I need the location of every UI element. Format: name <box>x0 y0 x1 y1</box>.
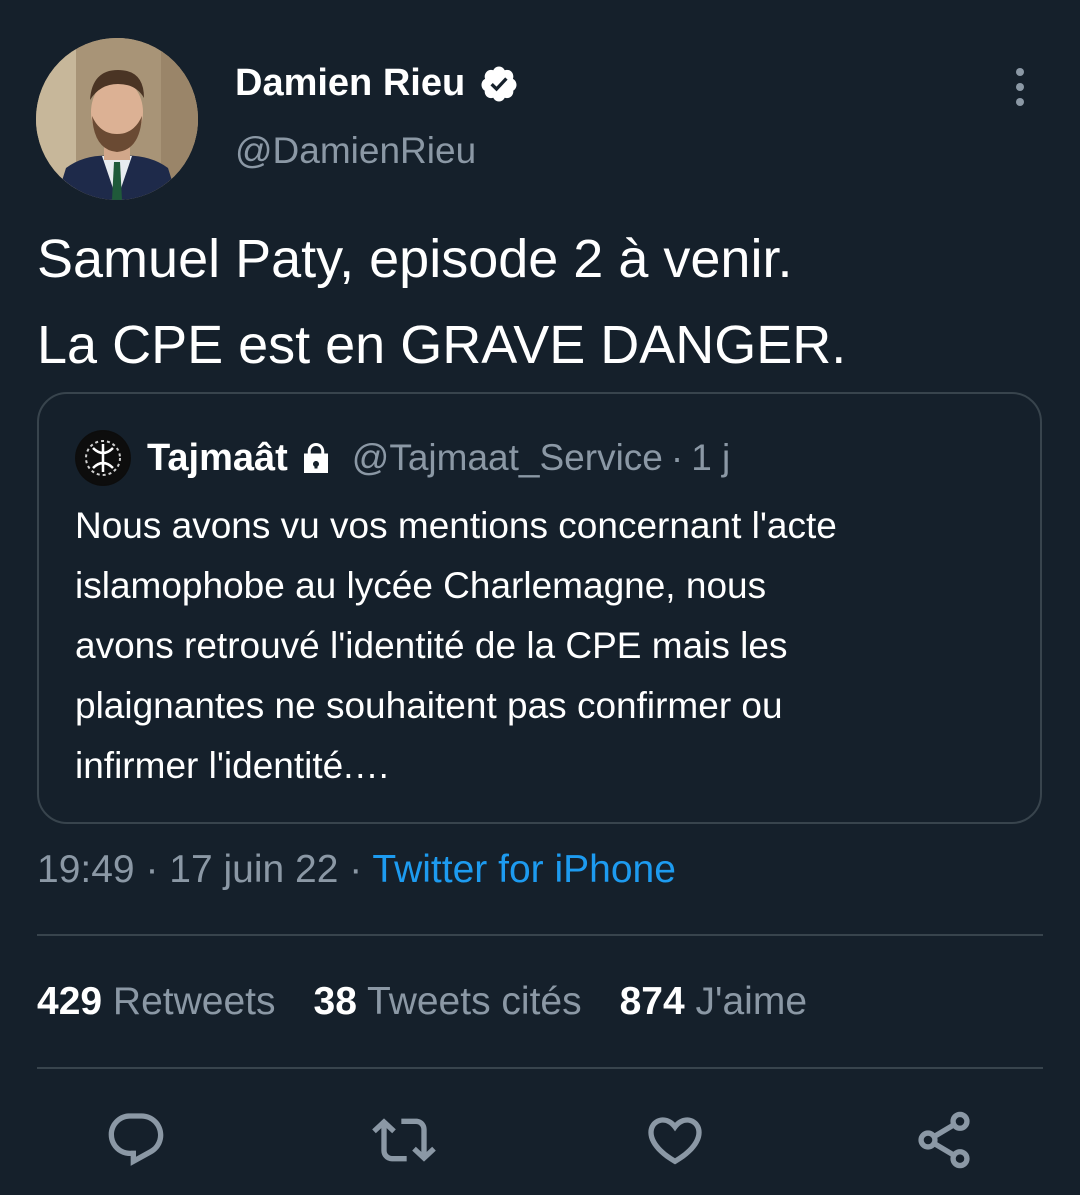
tweet-source-link[interactable]: Twitter for iPhone <box>372 848 675 891</box>
verified-badge-icon <box>481 66 517 101</box>
tweet-time[interactable]: 19:49 <box>37 848 135 891</box>
tweet-meta: 19:49 · 17 juin 22 · Twitter for iPhone <box>37 848 676 892</box>
like-button[interactable] <box>643 1108 707 1172</box>
quoted-text-line: Nous avons vu vos mentions concernant l'… <box>75 505 837 546</box>
author-handle[interactable]: @DamienRieu <box>235 130 476 172</box>
retweet-icon <box>372 1118 436 1162</box>
tweet-stats: 429 Retweets 38 Tweets cités 874 J'aime <box>37 980 807 1024</box>
protected-lock-icon <box>303 443 328 473</box>
profile-photo <box>36 38 198 200</box>
like-icon <box>648 1117 702 1165</box>
divider <box>37 1067 1043 1069</box>
more-options-button[interactable] <box>1000 62 1040 112</box>
share-icon <box>918 1111 970 1169</box>
retweets-stat[interactable]: 429 Retweets <box>37 980 276 1024</box>
meta-separator: · <box>145 848 159 891</box>
quoted-time: 1 j <box>691 437 731 478</box>
tweet-text-line: La CPE est en GRAVE DANGER. <box>37 315 847 375</box>
quoted-text-line: avons retrouvé l'identité de la CPE mais… <box>75 625 788 666</box>
more-dot-icon <box>1016 98 1024 106</box>
tweet-text: Samuel Paty, episode 2 à venir. La CPE e… <box>37 216 1047 388</box>
quoted-text-line: plaignantes ne souhaitent pas confirmer … <box>75 685 783 726</box>
retweet-button[interactable] <box>372 1108 436 1172</box>
author-name-row: Damien Rieu <box>235 62 519 105</box>
quoted-tweet-header: Tajmaât @Tajmaat_Service · 1 j <box>75 430 730 486</box>
tajmaat-logo-icon <box>76 431 130 485</box>
quoted-tweet-card[interactable]: Tajmaât @Tajmaat_Service · 1 j Nous avon… <box>37 392 1042 824</box>
retweets-count: 429 <box>37 980 103 1023</box>
likes-label: J'aime <box>695 980 808 1023</box>
likes-count: 874 <box>619 980 685 1023</box>
retweets-label: Retweets <box>112 980 276 1023</box>
author-display-name[interactable]: Damien Rieu <box>235 62 465 105</box>
likes-stat[interactable]: 874 J'aime <box>620 980 807 1024</box>
quotes-count: 38 <box>313 980 357 1023</box>
tweet-date[interactable]: 17 juin 22 <box>169 848 338 891</box>
quoted-separator: · <box>670 437 684 478</box>
quoted-author-handle: @Tajmaat_Service <box>351 437 663 478</box>
quoted-author-avatar <box>75 430 131 486</box>
quotes-label: Tweets cités <box>367 980 582 1023</box>
quoted-author-name: Tajmaât <box>147 436 288 479</box>
tweet-text-line: Samuel Paty, episode 2 à venir. <box>37 229 793 289</box>
author-avatar[interactable] <box>36 38 198 200</box>
more-dot-icon <box>1016 83 1024 91</box>
quotes-stat[interactable]: 38 Tweets cités <box>314 980 582 1024</box>
quoted-text-line: infirmer l'identité.… <box>75 745 391 786</box>
quoted-text-line: islamophobe au lycée Charlemagne, nous <box>75 565 767 606</box>
divider <box>37 934 1043 936</box>
more-dot-icon <box>1016 68 1024 76</box>
meta-separator: · <box>349 848 363 891</box>
share-button[interactable] <box>912 1108 976 1172</box>
reply-icon <box>108 1113 164 1166</box>
reply-button[interactable] <box>104 1108 168 1172</box>
quoted-tweet-text: Nous avons vu vos mentions concernant l'… <box>75 496 1020 796</box>
tweet-detail: Damien Rieu @DamienRieu Samuel Paty, epi… <box>0 0 1080 1195</box>
